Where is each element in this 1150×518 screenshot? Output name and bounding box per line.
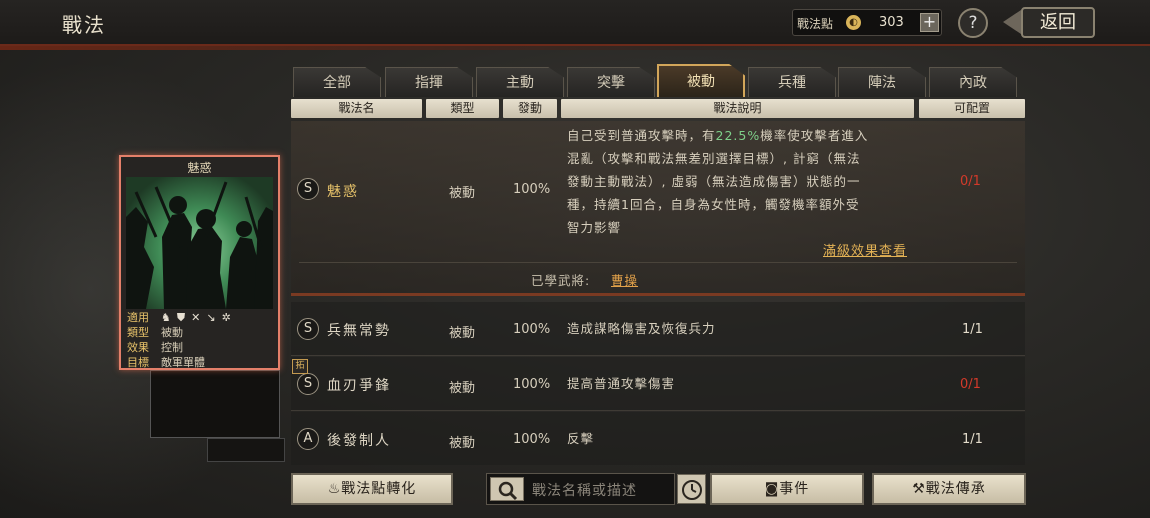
target-label: 目標	[127, 356, 149, 369]
grade-badge: S	[297, 178, 319, 200]
tab-bar: 全部 指揮 主動 突擊 被動 兵種 陣法 內政	[293, 64, 1025, 97]
tactic-name: 兵無常勢	[327, 323, 391, 339]
tactic-name: 魅惑	[327, 184, 359, 200]
card-info: 適用 ♞⛊✕↘✲ 類型 被動 效果 控制 目標 敵軍單體	[127, 310, 275, 370]
tactic-type: 被動	[449, 436, 476, 451]
tab-assault[interactable]: 突擊	[567, 67, 655, 97]
page-title: 戰法	[62, 13, 106, 37]
column-header-desc: 戰法說明	[561, 99, 914, 118]
add-points-button[interactable]: +	[920, 13, 939, 32]
stacked-card-back	[150, 370, 280, 438]
siege-icon: ✲	[221, 311, 237, 324]
column-header-slots[interactable]: 可配置	[919, 99, 1025, 118]
warriors-silhouette-image	[126, 181, 273, 309]
tactic-name: 後發制人	[327, 433, 391, 449]
probability-value: 22.5%	[715, 128, 761, 143]
type-label: 類型	[127, 326, 149, 339]
top-bar: 戰法 戰法點 ◐ 303 + ? 返回	[0, 0, 1150, 50]
tactic-description: 自己受到普通攻擊時，有22.5%機率使攻擊者進入 混亂（攻擊和戰法無差別選擇目標…	[567, 128, 869, 235]
divider	[299, 262, 1017, 263]
tactic-rate: 100%	[513, 322, 551, 337]
help-button[interactable]: ?	[958, 8, 988, 38]
grade-badge: S	[297, 373, 319, 395]
event-label: 事件	[779, 481, 810, 497]
grade-badge: A	[297, 428, 319, 450]
applies-label: 適用	[127, 311, 149, 324]
tactic-table: S 魅惑 被動 100% 自己受到普通攻擊時，有22.5%機率使攻擊者進入 混亂…	[291, 121, 1025, 465]
expand-tag-badge: 拓	[292, 359, 308, 374]
tactic-type: 被動	[449, 381, 476, 396]
archer-icon: ✕	[191, 311, 207, 324]
tactic-card: 魅惑 適用 ♞⛊✕↘✲ 類型 被動 效果 控制 目標 敵軍單體	[119, 155, 280, 370]
tactic-type: 被動	[449, 326, 476, 341]
stacked-card-back	[207, 438, 285, 462]
coin-icon: ◐	[846, 15, 861, 30]
event-button[interactable]: ◙事件	[710, 473, 864, 505]
slot-count: 0/1	[960, 174, 981, 189]
inherit-label: 戰法傳承	[925, 481, 986, 497]
tactic-description: 反擊	[567, 431, 595, 446]
learned-label: 已學武將:	[531, 273, 591, 288]
flame-icon: ♨	[327, 481, 342, 497]
column-header-name[interactable]: 戰法名	[291, 99, 422, 118]
search-icon[interactable]	[490, 477, 524, 501]
card-artwork	[126, 177, 273, 309]
slot-count: 1/1	[962, 322, 983, 337]
hammer-icon: ⚒	[912, 481, 926, 497]
table-row[interactable]: S 兵無常勢 被動 100% 造成謀略傷害及恢復兵力 1/1	[291, 302, 1025, 356]
grade-badge: S	[297, 318, 319, 340]
tactic-points-label: 戰法點	[797, 17, 834, 31]
learned-general-link[interactable]: 曹操	[611, 270, 638, 289]
history-button[interactable]	[677, 474, 706, 504]
column-header-type[interactable]: 類型	[426, 99, 499, 118]
tactic-rate: 100%	[513, 182, 551, 197]
tab-troop[interactable]: 兵種	[748, 67, 836, 97]
tactic-rate: 100%	[513, 432, 551, 447]
slot-count: 0/1	[960, 377, 981, 392]
table-row-selected[interactable]: S 魅惑 被動 100% 自己受到普通攻擊時，有22.5%機率使攻擊者進入 混亂…	[291, 121, 1025, 296]
tactic-description: 造成謀略傷害及恢復兵力	[567, 321, 716, 336]
effect-value: 控制	[161, 341, 183, 354]
convert-points-label: 戰法點轉化	[341, 481, 417, 497]
search-placeholder: 戰法名稱或描述	[532, 483, 637, 499]
tab-command[interactable]: 指揮	[385, 67, 473, 97]
event-icon: ◙	[764, 481, 780, 497]
tab-all[interactable]: 全部	[293, 67, 381, 97]
inherit-button[interactable]: ⚒戰法傳承	[872, 473, 1026, 505]
cavalry-icon: ♞	[161, 311, 177, 324]
clock-icon	[682, 480, 702, 500]
back-button[interactable]: 返回	[1003, 7, 1099, 38]
search-field[interactable]: 戰法名稱或描述	[486, 473, 675, 505]
back-button-label: 返回	[1021, 7, 1095, 38]
table-row[interactable]: S 血刃爭鋒 被動 100% 提高普通攻擊傷害 0/1	[291, 357, 1025, 411]
tactic-points-value: 303	[879, 15, 904, 30]
target-value: 敵軍單體	[161, 356, 205, 369]
column-header-rate[interactable]: 發動	[503, 99, 557, 118]
type-value: 被動	[161, 326, 183, 339]
tab-passive[interactable]: 被動	[657, 64, 745, 97]
unit-type-icons: ♞⛊✕↘✲	[161, 310, 237, 325]
tactic-type: 被動	[449, 186, 476, 201]
convert-points-button[interactable]: ♨戰法點轉化	[291, 473, 453, 505]
back-arrow-icon	[1003, 10, 1021, 34]
tactic-description: 提高普通攻擊傷害	[567, 376, 676, 391]
tactic-rate: 100%	[513, 377, 551, 392]
tactic-points-box: 戰法點 ◐ 303 +	[792, 9, 942, 36]
spear-icon: ↘	[206, 311, 222, 324]
slot-count: 1/1	[962, 432, 983, 447]
table-row[interactable]: A 後發制人 被動 100% 反擊 1/1	[291, 412, 1025, 465]
max-level-effect-link[interactable]: 滿級效果查看	[823, 240, 907, 259]
tab-formation[interactable]: 陣法	[838, 67, 926, 97]
effect-label: 效果	[127, 341, 149, 354]
tab-domestic[interactable]: 內政	[929, 67, 1017, 97]
shield-icon: ⛊	[176, 311, 192, 324]
card-title: 魅惑	[187, 161, 212, 175]
tactic-name: 血刃爭鋒	[327, 378, 391, 394]
tab-active[interactable]: 主動	[476, 67, 564, 97]
